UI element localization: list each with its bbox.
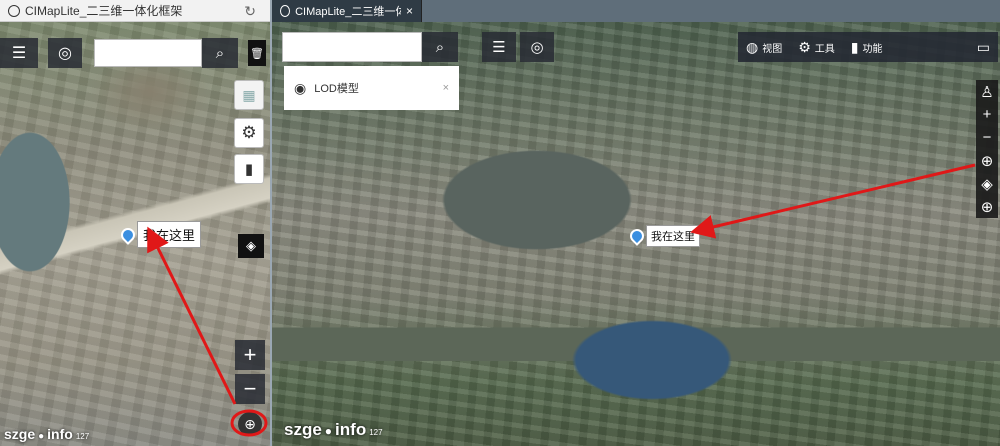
- layer-switch-button[interactable]: ◎: [48, 38, 82, 68]
- compass-button[interactable]: ♙: [976, 80, 998, 103]
- globe-icon: [280, 5, 291, 17]
- chart-button[interactable]: ▮: [234, 154, 264, 184]
- left-tab-bar: CIMapLite_二三维一体化框架 ↻: [0, 0, 270, 22]
- left-browser-window: CIMapLite_二三维一体化框架 ↻ ☰ ◎ ⌕ 🗑 ▦ ⚙ ▮ ◈ 我在这…: [0, 0, 270, 446]
- gear-icon: ⚙: [241, 123, 257, 142]
- eye-icon[interactable]: ◉: [294, 80, 306, 97]
- view-tool[interactable]: ◍ 视图: [738, 32, 790, 62]
- zoom-out-icon: −: [982, 129, 992, 146]
- right-tab-bar: CIMapLite_二三维一体化... ×: [272, 0, 1000, 22]
- logo-info: info: [335, 420, 367, 439]
- right-layer-switch-button[interactable]: ◎: [520, 32, 554, 62]
- fullscreen-icon: ▭: [976, 38, 990, 55]
- logo-globe-icon: ●: [324, 424, 333, 438]
- left-search-button[interactable]: ⌕: [202, 38, 238, 68]
- right-tab[interactable]: CIMapLite_二三维一体化... ×: [272, 0, 422, 22]
- zoom-extent-icon: ⊕: [980, 198, 994, 216]
- logo-info: info: [47, 426, 73, 442]
- top-toolbar: ◍ 视图 ⚙ 工具 ▮ 功能 ▭: [738, 32, 998, 62]
- crosshair-icon: ⊕: [244, 415, 256, 432]
- layers-3d-button[interactable]: ◈: [976, 172, 998, 195]
- location-marker[interactable]: 我在这里: [118, 221, 202, 248]
- tab-close-icon[interactable]: ×: [406, 4, 413, 18]
- right-browser-window: CIMapLite_二三维一体化... × ⌕ ☰ ◎ ◍ 视图 ⚙ 工具 ▮ …: [272, 0, 1000, 446]
- location-marker-3d[interactable]: 我在这里: [627, 225, 700, 247]
- logo-main: szge: [4, 426, 36, 442]
- zoom-in-3d-button[interactable]: +: [976, 103, 998, 126]
- menu-icon: ☰: [11, 45, 27, 62]
- right-tab-title: CIMapLite_二三维一体化...: [295, 6, 401, 18]
- search-icon: ⌕: [215, 44, 225, 62]
- function-tool[interactable]: ▮ 功能: [843, 32, 891, 62]
- logo-main: szge: [284, 420, 322, 439]
- menu-icon: ☰: [492, 39, 506, 56]
- bar-chart-icon: ▮: [850, 38, 859, 55]
- zoom-out-button[interactable]: −: [235, 374, 265, 404]
- zoom-out-3d-button[interactable]: −: [976, 126, 998, 149]
- right-map-logo: szge ● info 127: [284, 420, 383, 440]
- lod-layer-label: LOD模型: [314, 83, 359, 95]
- left-tab-title: CIMapLite_二三维一体化框架: [25, 4, 183, 18]
- target-icon: ◎: [58, 45, 72, 62]
- logo-small: 127: [369, 428, 383, 437]
- location-label-3d: 我在这里: [646, 225, 700, 247]
- location-pin-icon: [118, 224, 138, 245]
- search-icon: ⌕: [435, 38, 445, 56]
- fullscreen-tool[interactable]: ▭: [969, 32, 998, 62]
- function-tool-label: 功能: [862, 43, 883, 55]
- map-thumbnail-icon: ▦: [242, 86, 256, 103]
- tools-tool[interactable]: ⚙ 工具: [790, 32, 843, 62]
- locate-button[interactable]: ⊕: [238, 412, 262, 436]
- zoom-in-icon: +: [982, 106, 992, 123]
- zoom-in-button[interactable]: +: [235, 340, 265, 370]
- layers-icon: ◈: [246, 238, 256, 253]
- lod-layer-panel: ◉ LOD模型 ×: [284, 66, 459, 110]
- reload-icon[interactable]: ↻: [244, 3, 256, 20]
- target-icon: ◎: [530, 39, 544, 56]
- location-pin-icon: [627, 226, 647, 246]
- clear-button[interactable]: 🗑: [248, 40, 266, 66]
- right-search-button[interactable]: ⌕: [422, 32, 458, 62]
- basemap-thumbnail-button[interactable]: ▦: [234, 80, 264, 110]
- logo-small: 127: [75, 432, 90, 441]
- locate-3d-button[interactable]: ⊕: [976, 149, 998, 172]
- bar-chart-icon: ▮: [244, 161, 254, 178]
- zoom-extent-button[interactable]: ⊕: [976, 195, 998, 218]
- right-menu-button[interactable]: ☰: [482, 32, 516, 62]
- settings-button[interactable]: ⚙: [234, 118, 264, 148]
- right-search-input[interactable]: [282, 32, 422, 62]
- globe-icon: ◍: [746, 38, 759, 55]
- logo-globe-icon: ●: [38, 431, 45, 442]
- layers-icon: ◈: [981, 175, 993, 193]
- view-tool-label: 视图: [762, 43, 783, 55]
- compass-icon: ♙: [980, 83, 994, 101]
- menu-button[interactable]: ☰: [0, 38, 38, 68]
- tools-tool-label: 工具: [814, 43, 835, 55]
- left-map-logo: szge ● info 127: [4, 426, 89, 442]
- panel-close-icon[interactable]: ×: [443, 82, 449, 94]
- globe-icon: [8, 4, 20, 17]
- left-2d-map[interactable]: ☰ ◎ ⌕ 🗑 ▦ ⚙ ▮ ◈ 我在这里 + − ⊕ szge ● info 1…: [0, 22, 270, 446]
- left-search-input[interactable]: [94, 39, 202, 67]
- location-label: 我在这里: [137, 221, 202, 248]
- right-3d-map[interactable]: ⌕ ☰ ◎ ◍ 视图 ⚙ 工具 ▮ 功能 ▭ ◉ LOD模型 × ♙ + − ⊕…: [272, 22, 1000, 446]
- layers-button[interactable]: ◈: [238, 234, 264, 258]
- trash-icon: 🗑: [250, 47, 264, 60]
- left-tab[interactable]: CIMapLite_二三维一体化框架: [0, 0, 190, 22]
- locate-icon: ⊕: [980, 152, 994, 170]
- gear-icon: ⚙: [798, 38, 811, 55]
- vertical-toolbar: ♙ + − ⊕ ◈ ⊕: [976, 80, 998, 218]
